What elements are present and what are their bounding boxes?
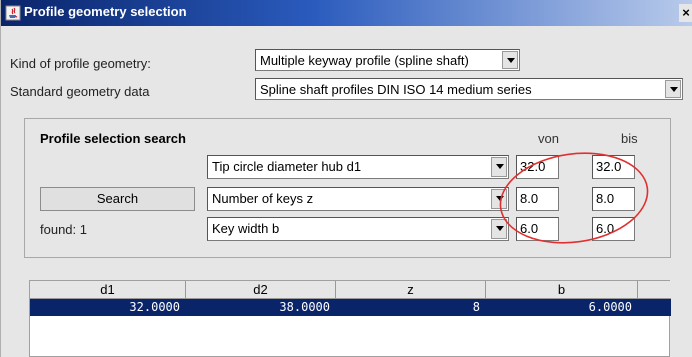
window-title: Profile geometry selection	[24, 4, 187, 19]
chevron-down-icon[interactable]	[491, 157, 507, 177]
panel-title: Profile selection search	[40, 131, 186, 146]
standard-geometry-label: Standard geometry data	[10, 84, 150, 99]
von-field-1[interactable]: 32.0	[516, 155, 559, 179]
chevron-down-icon[interactable]	[665, 80, 681, 98]
criterion-param-1: Tip circle diameter hub d1	[212, 159, 362, 174]
title-bar[interactable]: Profile geometry selection ×	[1, 0, 692, 26]
cell-d2: 38.0000	[279, 300, 330, 314]
table-row[interactable]: 32.0000 38.0000 8 6.0000	[30, 299, 671, 316]
cell-d1: 32.0000	[129, 300, 180, 314]
chevron-down-icon[interactable]	[491, 219, 507, 239]
von-field-2[interactable]: 8.0	[516, 187, 559, 211]
found-count: found: 1	[40, 222, 87, 237]
kind-of-profile-select[interactable]: Multiple keyway profile (spline shaft)	[255, 49, 520, 71]
standard-geometry-select[interactable]: Spline shaft profiles DIN ISO 14 medium …	[255, 78, 683, 100]
dialog-window: Profile geometry selection × Kind of pro…	[0, 0, 692, 357]
column-header-b[interactable]: b	[486, 281, 638, 299]
column-header-z[interactable]: z	[336, 281, 486, 299]
bis-field-1[interactable]: 32.0	[592, 155, 635, 179]
column-header-d2[interactable]: d2	[186, 281, 336, 299]
cell-z: 8	[472, 300, 480, 314]
kind-of-profile-label: Kind of profile geometry:	[10, 56, 151, 71]
standard-geometry-value: Spline shaft profiles DIN ISO 14 medium …	[260, 82, 532, 97]
search-button[interactable]: Search	[40, 187, 195, 211]
close-button[interactable]: ×	[679, 4, 692, 22]
criterion-select-3[interactable]: Key width b	[207, 217, 509, 241]
column-header-d1[interactable]: d1	[30, 281, 186, 299]
criterion-select-1[interactable]: Tip circle diameter hub d1	[207, 155, 509, 179]
bis-field-3[interactable]: 6.0	[592, 217, 635, 241]
kind-of-profile-value: Multiple keyway profile (spline shaft)	[260, 53, 469, 68]
cell-b: 6.0000	[588, 300, 632, 314]
criterion-param-3: Key width b	[212, 221, 280, 236]
bis-field-2[interactable]: 8.0	[592, 187, 635, 211]
results-table: d1 d2 z b 32.0000 38.0000 8 6.0000	[29, 280, 671, 357]
java-app-icon	[5, 5, 21, 21]
criterion-select-2[interactable]: Number of keys z	[207, 187, 509, 211]
column-header-von: von	[538, 131, 559, 146]
criterion-param-2: Number of keys z	[212, 191, 314, 206]
chevron-down-icon[interactable]	[491, 189, 507, 209]
profile-selection-panel: Profile selection search von bis Tip cir…	[24, 118, 671, 258]
von-field-3[interactable]: 6.0	[516, 217, 559, 241]
table-header: d1 d2 z b	[30, 281, 671, 299]
chevron-down-icon[interactable]	[502, 51, 518, 69]
column-header-bis: bis	[621, 131, 638, 146]
